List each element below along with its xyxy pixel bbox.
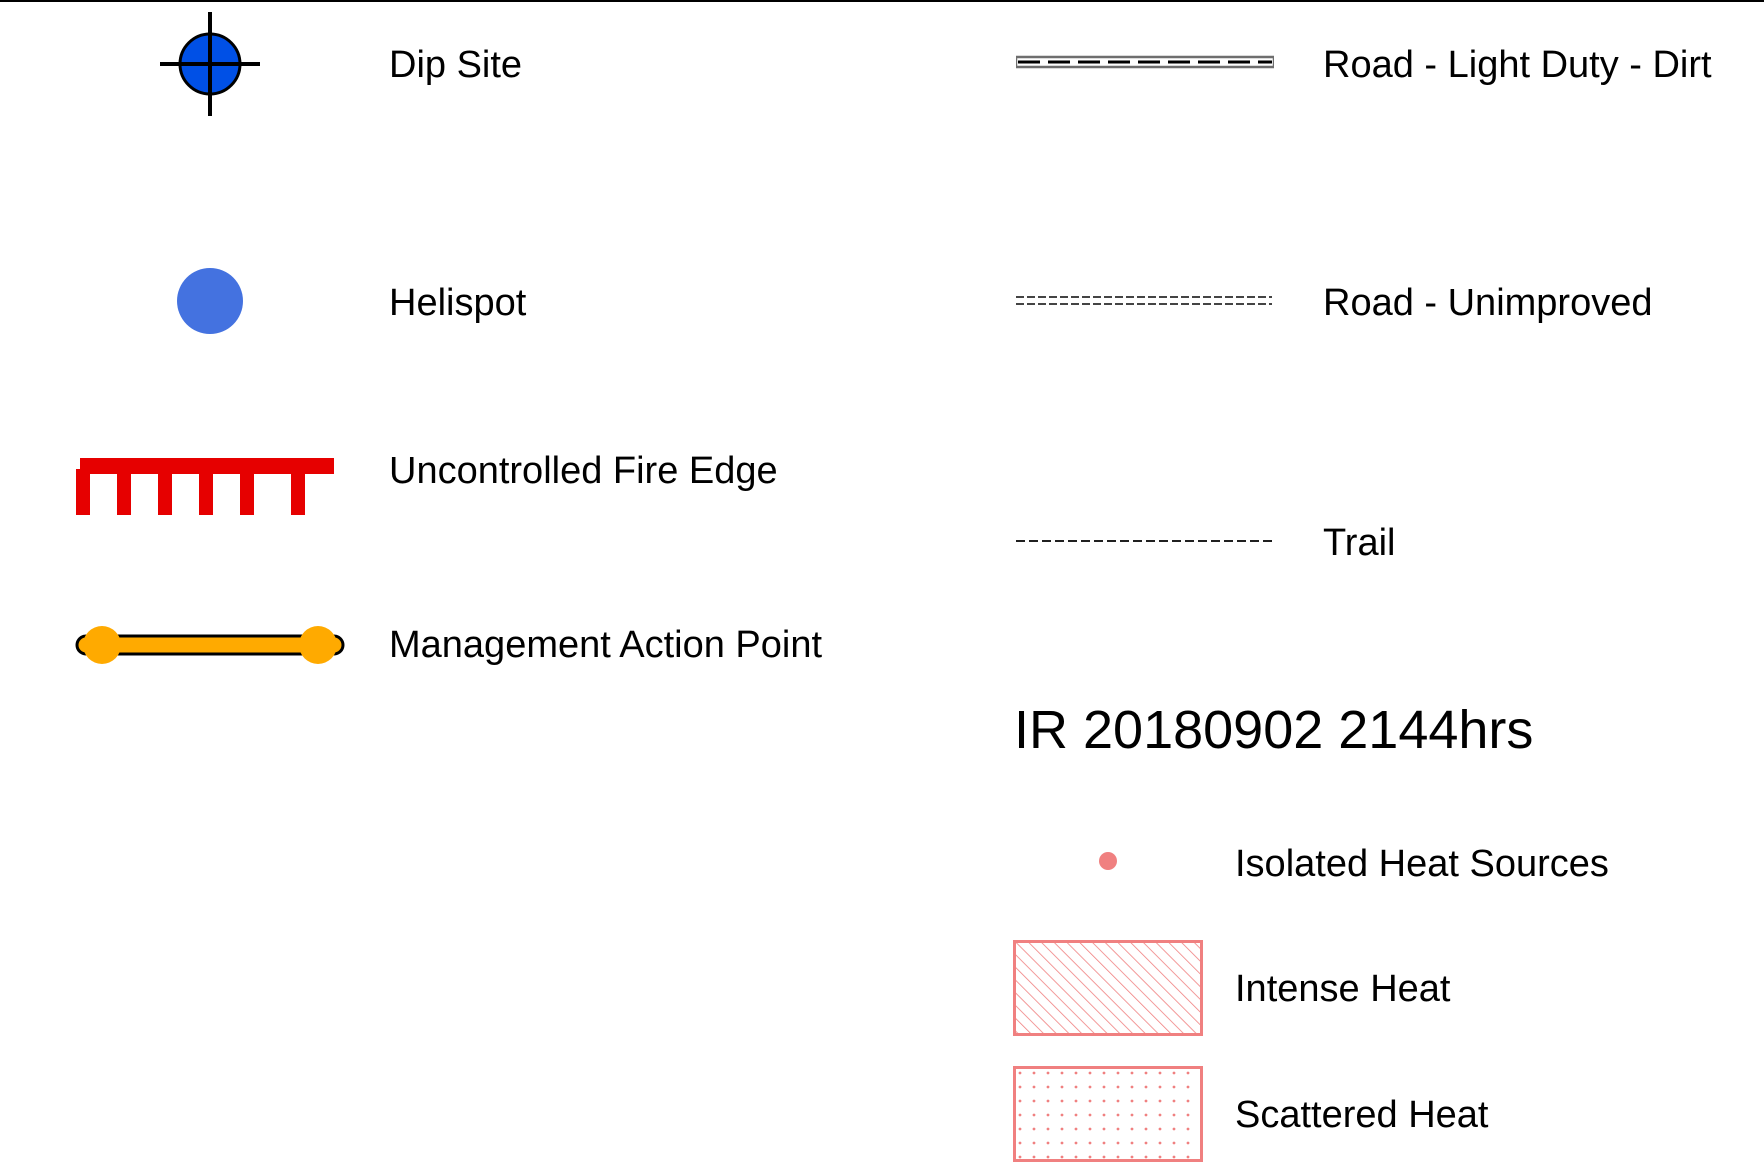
legend-label-trail: Trail bbox=[1323, 522, 1396, 564]
road-light-duty-dirt-line bbox=[1016, 55, 1274, 69]
legend-label-road-unimproved: Road - Unimproved bbox=[1323, 282, 1653, 324]
legend-label-uncontrolled-fire-edge: Uncontrolled Fire Edge bbox=[389, 450, 778, 492]
legend-label-scattered-heat: Scattered Heat bbox=[1235, 1094, 1489, 1136]
ir-section-title: IR 20180902 2144hrs bbox=[1014, 700, 1534, 760]
isolated-heat-dot-icon bbox=[1099, 852, 1117, 870]
trail-line bbox=[1016, 540, 1272, 542]
legend-label-isolated-heat-sources: Isolated Heat Sources bbox=[1235, 843, 1609, 885]
scattered-heat-dot-swatch bbox=[1013, 1066, 1203, 1162]
dip-site-crosshair-icon bbox=[160, 12, 260, 116]
legend-label-intense-heat: Intense Heat bbox=[1235, 968, 1451, 1010]
intense-heat-hatch-swatch bbox=[1013, 940, 1203, 1036]
top-border-line bbox=[0, 0, 1764, 2]
management-action-point-line bbox=[75, 626, 345, 664]
legend-label-management-action-point: Management Action Point bbox=[389, 624, 823, 666]
legend-label-dip-site: Dip Site bbox=[389, 44, 523, 86]
uncontrolled-fire-edge-line bbox=[76, 458, 334, 515]
legend-label-road-light-duty-dirt: Road - Light Duty - Dirt bbox=[1323, 44, 1712, 86]
road-unimproved-line bbox=[1016, 296, 1272, 305]
legend-label-helispot: Helispot bbox=[389, 282, 527, 324]
helispot-circle-icon bbox=[177, 268, 243, 334]
